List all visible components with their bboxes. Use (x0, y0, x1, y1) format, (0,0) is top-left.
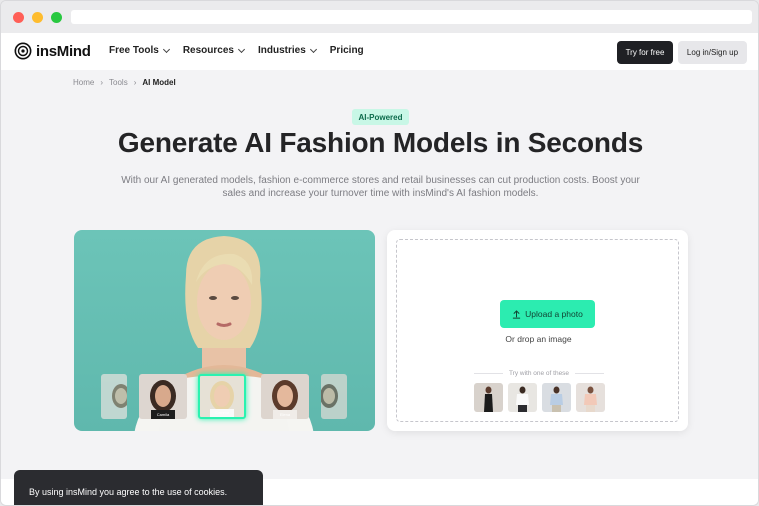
menu-pricing[interactable]: Pricing (330, 45, 364, 56)
breadcrumb: Home › Tools › AI Model (73, 78, 176, 87)
logo-text: insMind (36, 42, 91, 60)
chevron-down-icon (162, 45, 170, 53)
upload-icon (513, 309, 521, 319)
menu-free-tools[interactable]: Free Tools (109, 45, 170, 56)
model-thumbnail[interactable]: Camila (139, 374, 187, 419)
address-bar[interactable] (71, 10, 752, 24)
menu-industries[interactable]: Industries (257, 45, 317, 56)
sample-white-shirt-icon[interactable] (508, 383, 537, 412)
close-window-button[interactable] (13, 12, 24, 23)
chevron-down-icon (237, 45, 246, 53)
divider (474, 373, 503, 374)
model-thumbnail[interactable] (321, 374, 347, 419)
try-for-free-button[interactable]: Try for free (617, 41, 673, 64)
breadcrumb-tools[interactable]: Tools (109, 78, 128, 87)
upload-panel: Upload a photo Or drop an image Try with… (387, 230, 688, 431)
sample-images (474, 383, 605, 412)
breadcrumb-home[interactable]: Home (73, 78, 94, 87)
minimize-window-button[interactable] (32, 12, 43, 23)
upload-photo-button[interactable]: Upload a photo (500, 300, 595, 328)
menu-label: Industries (257, 45, 306, 56)
hero-model-image: Camila Gemma Elena (74, 230, 375, 431)
logo-icon (14, 42, 32, 60)
sample-black-dress-icon[interactable] (474, 383, 503, 412)
sample-pink-top-icon[interactable] (576, 383, 605, 412)
upload-label: Upload a photo (525, 309, 583, 319)
model-name: Elena (279, 412, 291, 417)
try-samples-label: Try with one of these (508, 370, 570, 377)
top-navbar: insMind Free Tools Resources Industries … (1, 33, 758, 70)
breadcrumb-current: AI Model (142, 78, 176, 87)
menu-label: Resources (182, 45, 234, 56)
breadcrumb-separator: › (100, 78, 104, 87)
subtitle-line: With our AI generated models, fashion e-… (121, 175, 640, 186)
sample-blue-shirt-icon[interactable] (542, 383, 571, 412)
breadcrumb-separator: › (133, 78, 137, 87)
divider (575, 373, 604, 374)
menu-resources[interactable]: Resources (182, 45, 246, 56)
main-menu: Free Tools Resources Industries Pricing (109, 45, 364, 56)
menu-label: Free Tools (109, 45, 159, 56)
menu-label: Pricing (329, 45, 364, 56)
drop-hint: Or drop an image (505, 334, 572, 344)
model-name: Camila (156, 412, 170, 417)
maximize-window-button[interactable] (51, 12, 62, 23)
page-subtitle: With our AI generated models, fashion e-… (101, 174, 660, 200)
browser-window: insMind Free Tools Resources Industries … (0, 0, 759, 506)
model-name: Gemma (214, 410, 230, 415)
page-title: Generate AI Fashion Models in Seconds (117, 127, 644, 158)
browser-chrome (1, 1, 758, 33)
logo[interactable]: insMind (14, 42, 91, 60)
try-samples-heading: Try with one of these (474, 370, 604, 377)
subtitle-line: sales and increase your turnover time wi… (222, 188, 539, 199)
model-thumbnail[interactable] (101, 374, 127, 419)
login-signup-button[interactable]: Log in/Sign up (678, 41, 747, 64)
model-thumbnail-strip: Camila Gemma Elena (74, 374, 375, 420)
cookie-banner: By using insMind you agree to the use of… (14, 470, 263, 505)
chevron-down-icon (309, 45, 317, 53)
ai-powered-badge: AI-Powered (352, 109, 409, 125)
model-thumbnail[interactable]: Elena (261, 374, 309, 419)
cookie-text: By using insMind you agree to the use of… (29, 487, 228, 497)
model-thumbnail-selected[interactable]: Gemma (198, 374, 246, 419)
drop-zone[interactable]: Upload a photo Or drop an image Try with… (396, 239, 679, 422)
